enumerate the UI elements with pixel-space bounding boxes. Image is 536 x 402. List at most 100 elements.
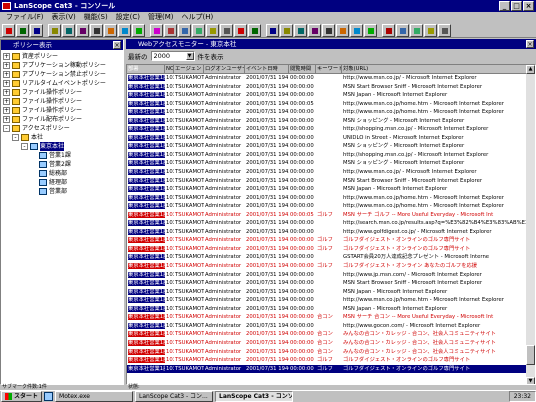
toolbar-report-button[interactable] <box>220 23 233 37</box>
collapse-icon[interactable]: - <box>21 143 28 150</box>
table-row[interactable]: 東京本社営業1課103TSUKAMOTOAdministrator 2001/07… <box>127 253 535 262</box>
tree-item[interactable]: + アプリケーション稼動ポリシー <box>3 61 123 70</box>
toolbar-import-button[interactable] <box>206 23 219 37</box>
table-row[interactable]: 東京本社営業1課103TSUKAMOTOAdministrator 2001/07… <box>127 245 535 254</box>
table-row[interactable]: 東京本社営業1課103TSUKAMOTOAdministrator 2001/07… <box>127 91 535 100</box>
table-row[interactable]: 東京本社営業1課103TSUKAMOTOAdministrator 2001/07… <box>127 271 535 280</box>
scroll-thumb[interactable] <box>526 345 535 365</box>
task-lanscope-console[interactable]: LanScope Cat3 - コンソール <box>215 391 294 402</box>
toolbar-filter-button[interactable] <box>132 23 145 37</box>
expand-icon[interactable]: + <box>3 62 10 69</box>
vertical-scrollbar[interactable]: ▲ ▼ <box>526 65 535 384</box>
table-row[interactable]: 東京本社営業1課103TSUKAMOTOAdministrator 2001/07… <box>127 219 535 228</box>
collapse-icon[interactable]: - <box>3 125 10 132</box>
toolbar-list-button[interactable] <box>248 23 261 37</box>
toolbar-cut-button[interactable] <box>62 23 75 37</box>
table-row[interactable]: 東京本社営業1課103TSUKAMOTOAdministrator 2001/07… <box>127 236 535 245</box>
table-row[interactable]: 東京本社営業1課103TSUKAMOTOAdministrator 2001/07… <box>127 330 535 339</box>
tree-item[interactable]: + アプリケーション禁止ポリシー <box>3 70 123 79</box>
close-icon[interactable]: × <box>113 41 121 49</box>
table-row[interactable]: 東京本社営業1課103TSUKAMOTOAdministrator 2001/07… <box>127 228 535 237</box>
table-row[interactable]: 東京本社営業1課103TSUKAMOTOAdministrator 2001/07… <box>127 348 535 357</box>
maximize-button[interactable]: □ <box>511 1 522 11</box>
toolbar-new-button[interactable] <box>2 23 15 37</box>
table-row[interactable]: 東京本社営業1課103TSUKAMOTOAdministrator 2001/07… <box>127 159 535 168</box>
tree-item[interactable]: + 資産ポリシー <box>3 52 123 61</box>
table-row[interactable]: 東京本社営業1課103TSUKAMOTOAdministrator 2001/07… <box>127 151 535 160</box>
table-row[interactable]: 東京本社営業1課103TSUKAMOTOAdministrator 2001/07… <box>127 142 535 151</box>
toolbar-tree-button[interactable] <box>280 23 293 37</box>
toolbar-save-button[interactable] <box>30 23 43 37</box>
close-icon[interactable]: × <box>526 40 534 48</box>
table-row[interactable]: 東京本社営業1課103TSUKAMOTOAdministrator 2001/07… <box>127 83 535 92</box>
toolbar-info-button[interactable] <box>438 23 451 37</box>
table-row[interactable]: 東京本社営業1課103TSUKAMOTOAdministrator 2001/07… <box>127 177 535 186</box>
toolbar-alarm-button[interactable] <box>364 23 377 37</box>
tree-item[interactable]: - 東京本社 <box>3 142 123 151</box>
collapse-icon[interactable]: - <box>12 134 19 141</box>
table-row[interactable]: 東京本社営業1課103TSUKAMOTOAdministrator 2001/07… <box>127 356 535 365</box>
chevron-down-icon[interactable]: ▼ <box>185 52 194 60</box>
column-header[interactable]: イベント日時 <box>245 65 289 74</box>
table-row[interactable]: 東京本社営業1課103TSUKAMOTOAdministrator 2001/07… <box>127 305 535 314</box>
column-header[interactable]: キーワード <box>316 65 342 74</box>
table-row[interactable]: 東京本社営業1課103TSUKAMOTOAdministrator 2001/07… <box>127 339 535 348</box>
toolbar-find-button[interactable] <box>178 23 191 37</box>
tree-item[interactable]: 営業1課 <box>3 151 123 160</box>
menu-help[interactable]: ヘルプ(H) <box>178 12 218 23</box>
table-row[interactable]: 東京本社営業1課103TSUKAMOTOAdministrator 2001/07… <box>127 364 535 374</box>
table-row[interactable]: 東京本社営業1課103TSUKAMOTOAdministrator 2001/07… <box>127 168 535 177</box>
table-row[interactable]: 東京本社営業1課103TSUKAMOTOAdministrator 2001/07… <box>127 262 535 271</box>
tree-item[interactable]: + ファイル配布ポリシー <box>3 115 123 124</box>
scroll-down-icon[interactable]: ▼ <box>526 377 535 384</box>
tree-item[interactable]: - 本社 <box>3 133 123 142</box>
toolbar-user-button[interactable] <box>294 23 307 37</box>
tree-item[interactable]: + ファイル操作ポリシー <box>3 106 123 115</box>
table-row[interactable]: 東京本社営業1課103TSUKAMOTOAdministrator 2001/07… <box>127 108 535 117</box>
table-row[interactable]: 東京本社営業1課103TSUKAMOTOAdministrator 2001/07… <box>127 313 535 322</box>
toolbar-grid-button[interactable] <box>266 23 279 37</box>
column-header[interactable]: 対象(URL) <box>342 65 535 74</box>
toolbar-mail-button[interactable] <box>410 23 423 37</box>
toolbar-policy-button[interactable] <box>350 23 363 37</box>
toolbar-stop-button[interactable] <box>164 23 177 37</box>
tree-item[interactable]: 営業部 <box>3 187 123 196</box>
tree-item[interactable]: + ファイル操作ポリシー <box>3 97 123 106</box>
scroll-up-icon[interactable]: ▲ <box>526 65 535 74</box>
record-count-select[interactable]: 2000 ▼ <box>150 51 195 61</box>
table-row[interactable]: 東京本社営業1課103TSUKAMOTOAdministrator 2001/07… <box>127 202 535 211</box>
expand-icon[interactable]: + <box>3 80 10 87</box>
table-row[interactable]: 東京本社営業1課103TSUKAMOTOAdministrator 2001/07… <box>127 125 535 134</box>
expand-icon[interactable]: + <box>3 53 10 60</box>
tree-item[interactable]: + ファイル操作ポリシー <box>3 88 123 97</box>
table-row[interactable]: 東京本社営業1課103TSUKAMOTOAdministrator 2001/07… <box>127 296 535 305</box>
expand-icon[interactable]: + <box>3 89 10 96</box>
toolbar-key-button[interactable] <box>396 23 409 37</box>
menu-manage[interactable]: 管理(M) <box>144 12 178 23</box>
table-row[interactable]: 東京本社営業1課103TSUKAMOTOAdministrator 2001/07… <box>127 185 535 194</box>
column-header[interactable]: 閲覧時間 <box>289 65 316 74</box>
tree-item[interactable]: 総務部 <box>3 169 123 178</box>
close-button[interactable]: × <box>523 1 534 11</box>
menu-function[interactable]: 機能(S) <box>80 12 112 23</box>
table-row[interactable]: 東京本社営業1課103TSUKAMOTOAdministrator 2001/07… <box>127 211 535 220</box>
table-row[interactable]: 東京本社営業1課103TSUKAMOTOAdministrator 2001/07… <box>127 74 535 83</box>
toolbar-paste-button[interactable] <box>90 23 103 37</box>
tree-item[interactable]: 営業2課 <box>3 160 123 169</box>
table-row[interactable]: 東京本社営業1課103TSUKAMOTOAdministrator 2001/07… <box>127 117 535 126</box>
toolbar-group-button[interactable] <box>308 23 321 37</box>
toolbar-copy-button[interactable] <box>76 23 89 37</box>
column-header[interactable]: NO <box>165 65 174 74</box>
toolbar-pc-button[interactable] <box>322 23 335 37</box>
toolbar-delete-button[interactable] <box>104 23 117 37</box>
start-button[interactable]: スタート <box>1 391 43 402</box>
table-row[interactable]: 東京本社営業1課103TSUKAMOTOAdministrator 2001/07… <box>127 322 535 331</box>
expand-icon[interactable]: + <box>3 107 10 114</box>
toolbar-lock-button[interactable] <box>382 23 395 37</box>
toolbar-search-button[interactable] <box>150 23 163 37</box>
expand-icon[interactable]: + <box>3 71 10 78</box>
menu-view[interactable]: 表示(V) <box>48 12 80 23</box>
toolbar-open-button[interactable] <box>16 23 29 37</box>
table-row[interactable]: 東京本社営業1課103TSUKAMOTOAdministrator 2001/07… <box>127 100 535 109</box>
toolbar-refresh-button[interactable] <box>118 23 131 37</box>
